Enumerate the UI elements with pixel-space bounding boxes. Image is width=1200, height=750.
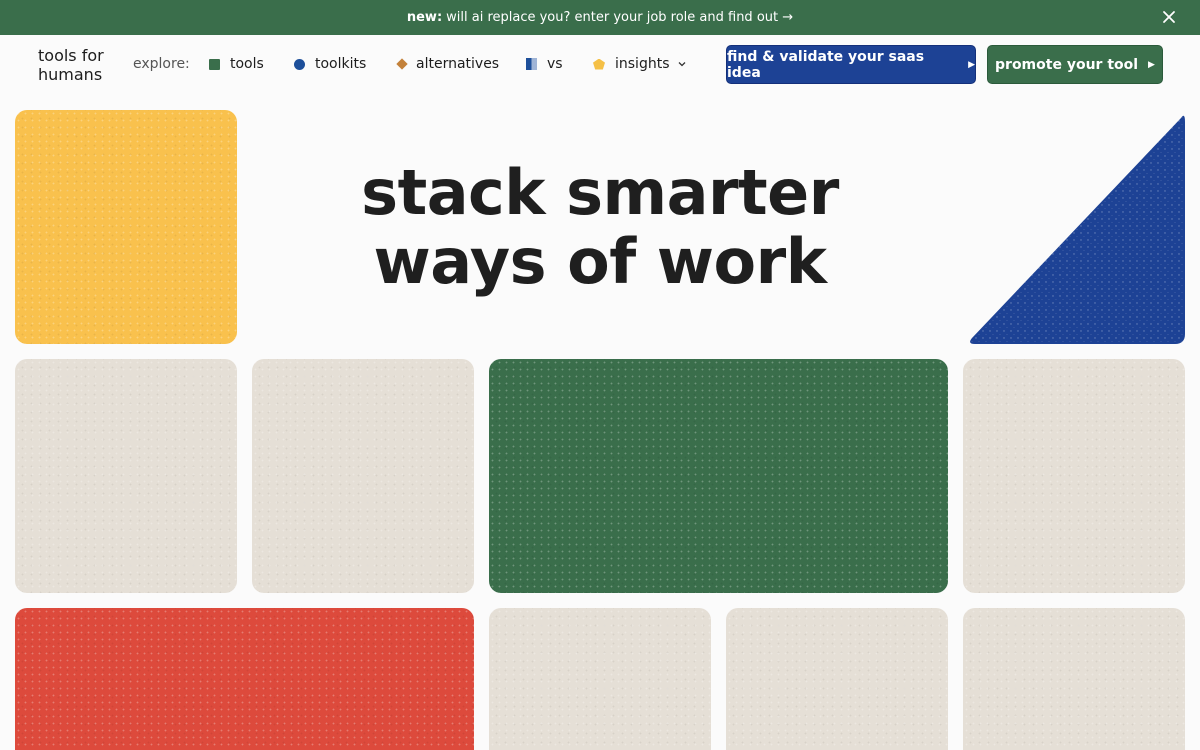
nav-item-alternatives-label: alternatives: [416, 56, 500, 72]
nav-item-toolkits-label: toolkits: [315, 56, 367, 72]
blue-triangle-shape: [970, 115, 1185, 344]
find-validate-button-label: find & validate your saas idea: [727, 48, 925, 81]
nav-item-tools-label: tools: [230, 56, 264, 72]
close-icon[interactable]: [1160, 8, 1178, 26]
orange-diamond-icon: [396, 58, 408, 70]
logo-line-2: humans: [38, 65, 103, 84]
promote-button-label: promote your tool: [995, 56, 1139, 73]
nav-item-toolkits[interactable]: toolkits: [294, 56, 366, 72]
banner-new-label: new:: [406, 10, 443, 25]
green-tile: [489, 359, 948, 593]
banner-link-text[interactable]: will ai replace you? enter your job role…: [446, 10, 793, 25]
caret-right-icon: ▶: [1148, 59, 1155, 70]
beige-tile: [489, 608, 711, 750]
nav-item-insights[interactable]: insights: [593, 56, 686, 72]
hero-heading: stack smarter ways of work: [300, 158, 900, 296]
logo-line-1: tools for: [38, 46, 104, 65]
chevron-down-icon: [678, 62, 685, 67]
beige-tile: [963, 359, 1185, 593]
explore-label: explore:: [133, 56, 190, 72]
beige-tile: [963, 608, 1185, 750]
beige-tile: [15, 359, 237, 593]
announcement-banner[interactable]: new: will ai replace you? enter your job…: [0, 0, 1200, 35]
blue-flag-icon: [526, 58, 537, 70]
caret-right-icon: ▶: [968, 59, 975, 70]
find-validate-saas-idea-button[interactable]: find & validate your saas idea ▶: [726, 45, 976, 84]
yellow-tile: [15, 110, 237, 344]
blue-circle-icon: [294, 58, 305, 70]
beige-tile: [726, 608, 948, 750]
hero-line-2: ways of work: [373, 225, 827, 298]
nav-item-vs-label: vs: [547, 56, 563, 72]
yellow-pentagon-icon: [593, 58, 605, 70]
red-tile: [15, 608, 474, 750]
site-logo[interactable]: tools for humans: [38, 46, 104, 84]
beige-tile: [252, 359, 474, 593]
nav-item-insights-label: insights: [615, 56, 670, 72]
hero-line-1: stack smarter: [361, 156, 839, 229]
promote-your-tool-button[interactable]: promote your tool ▶: [987, 45, 1163, 84]
nav-item-vs[interactable]: vs: [526, 56, 563, 72]
nav-item-alternatives[interactable]: alternatives: [396, 56, 499, 72]
main-nav: tools for humans explore: tools toolkits…: [0, 35, 1200, 95]
nav-item-tools[interactable]: tools: [209, 56, 264, 72]
green-square-icon: [209, 58, 220, 70]
